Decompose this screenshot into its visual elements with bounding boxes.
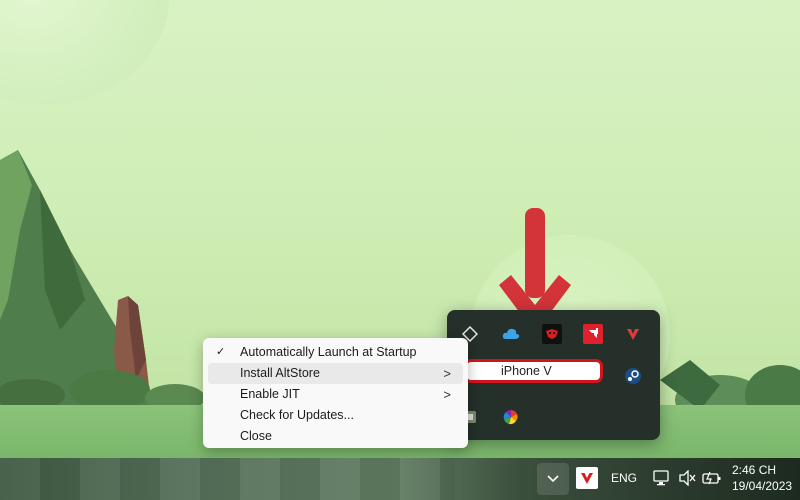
chevron-up-icon[interactable] [537,463,569,495]
language-indicator[interactable]: ENG [608,468,640,488]
menu-item-install-altstore[interactable]: Install AltStore > [208,363,463,384]
icloud-icon[interactable] [501,324,521,344]
battery-icon[interactable] [702,468,722,488]
chevron-right-icon: > [443,387,451,402]
menu-item-close[interactable]: Close [208,426,463,447]
volume-muted-icon[interactable] [678,468,698,488]
vivaldi-icon[interactable] [576,467,598,489]
device-label: iPhone V [501,364,552,378]
menu-item-check-updates[interactable]: Check for Updates... [208,405,463,426]
menu-item-auto-launch[interactable]: ✓ Automatically Launch at Startup [208,342,463,363]
language-label: ENG [610,471,637,485]
menu-item-enable-jit[interactable]: Enable JIT > [208,384,463,405]
network-icon[interactable] [652,468,672,488]
chevron-right-icon: > [443,366,451,381]
taskbar: ENG 2:46 CH 19/04/2023 [0,458,800,500]
clock[interactable]: 2:46 CH 19/04/2023 [732,462,800,496]
checkmark-icon: ✓ [216,346,226,358]
clock-date: 19/04/2023 [732,479,793,493]
menu-item-label: Close [240,429,272,443]
device-submenu-iphone[interactable]: iPhone V [464,359,603,383]
amd-icon[interactable] [583,324,603,344]
taskbar-pinned-apps-area [0,458,455,500]
menu-item-label: Check for Updates... [240,408,354,422]
menu-item-label: Install AltStore [240,366,320,380]
steam-icon[interactable] [623,366,643,386]
menu-item-label: Automatically Launch at Startup [240,345,417,359]
vivaldi-icon[interactable] [623,324,643,344]
menu-item-label: Enable JIT [240,387,300,401]
color-wheel-icon[interactable] [501,407,521,427]
app-red-mask-icon[interactable] [542,324,562,344]
altserver-context-menu: ✓ Automatically Launch at Startup Instal… [203,338,468,448]
clock-time: 2:46 CH [732,463,777,477]
desktop: iPhone V ✓ Automatically Launch at Start… [0,0,800,500]
